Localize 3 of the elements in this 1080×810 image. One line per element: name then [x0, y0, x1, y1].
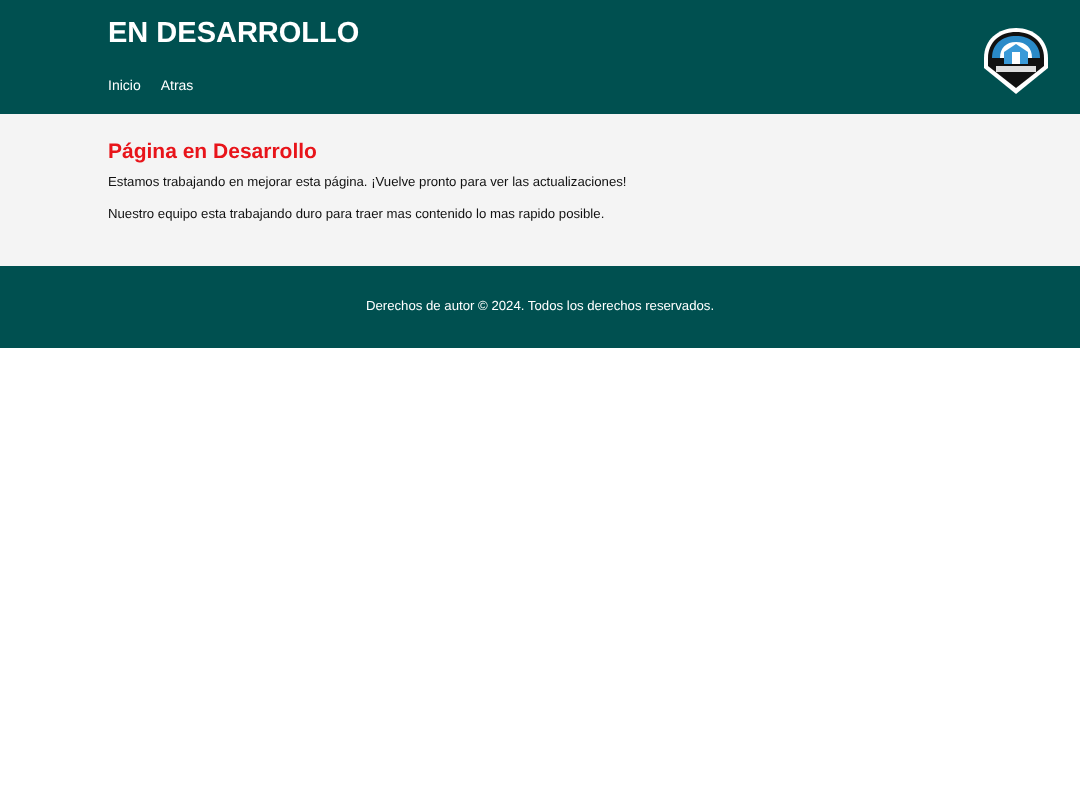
- house-logo-icon: [980, 24, 1052, 96]
- page-heading: Página en Desarrollo: [108, 140, 319, 164]
- site-title: EN DESARROLLO: [108, 16, 360, 52]
